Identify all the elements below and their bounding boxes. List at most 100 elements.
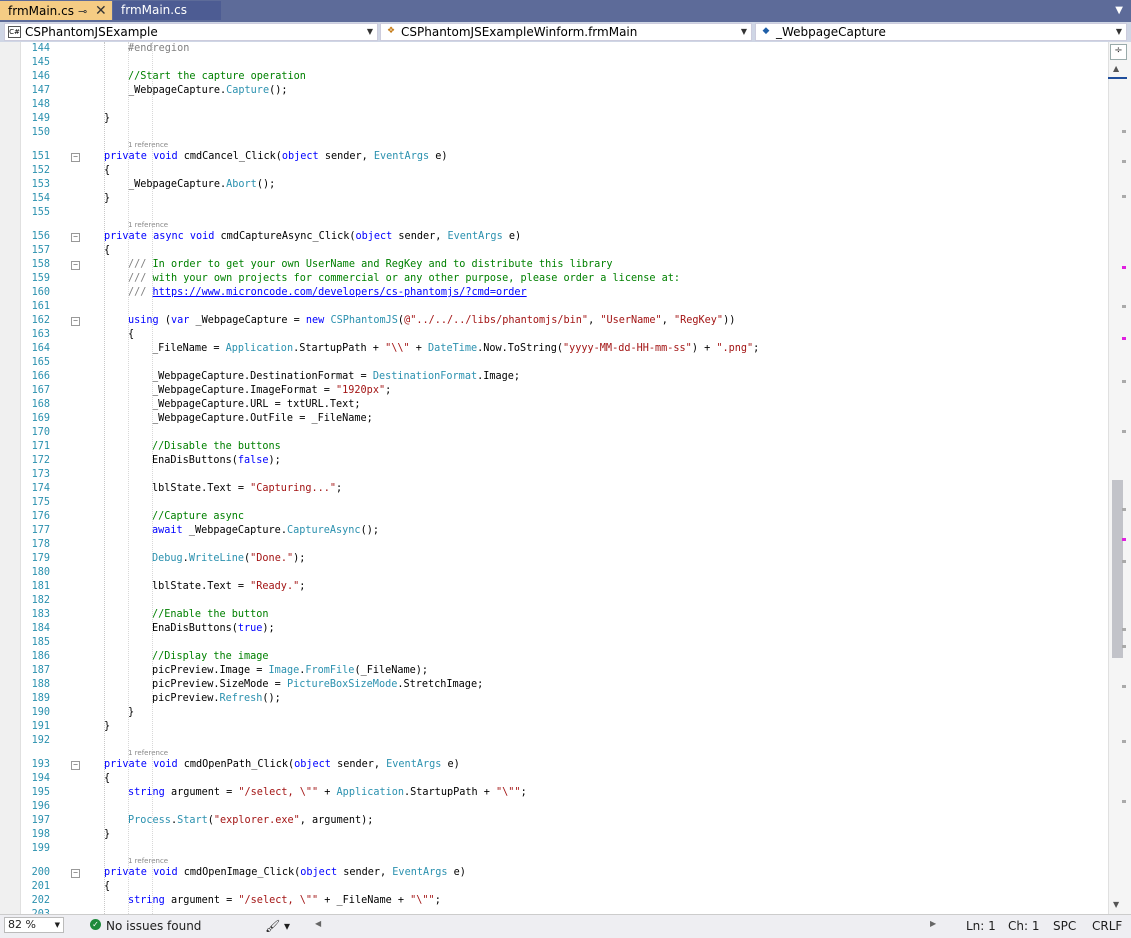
- code-line[interactable]: 200 − private void cmdOpenImage_Click(obje…: [0, 866, 1108, 880]
- code-line[interactable]: 156 − private async void cmdCaptureAsync_C…: [0, 230, 1108, 244]
- code-token: +: [318, 787, 337, 798]
- code-line[interactable]: 158 − /// In order to get your own UserNam…: [0, 258, 1108, 272]
- code-line[interactable]: 168 _WebpageCapture.URL = txtURL.Text;: [0, 398, 1108, 412]
- code-line[interactable]: 186 //Display the image: [0, 650, 1108, 664]
- collapse-icon[interactable]: −: [71, 153, 80, 162]
- collapse-icon[interactable]: −: [71, 761, 80, 770]
- code-line[interactable]: 150: [0, 126, 1108, 140]
- column-number-status[interactable]: Ch: 1: [1008, 918, 1039, 934]
- code-line[interactable]: 182: [0, 594, 1108, 608]
- code-line[interactable]: 195 string argument = "/select, \"" + App…: [0, 786, 1108, 800]
- collapse-icon[interactable]: −: [71, 233, 80, 242]
- code-line[interactable]: 201{: [0, 880, 1108, 894]
- code-lens-references[interactable]: 1 reference: [128, 856, 168, 866]
- code-lens-references[interactable]: 1 reference: [128, 748, 168, 758]
- collapse-icon[interactable]: −: [71, 869, 80, 878]
- code-line[interactable]: 166 _WebpageCapture.DestinationFormat = D…: [0, 370, 1108, 384]
- code-line[interactable]: 173: [0, 468, 1108, 482]
- code-lens-references[interactable]: 1 reference: [128, 220, 168, 230]
- code-line[interactable]: 189 picPreview.Refresh();: [0, 692, 1108, 706]
- code-line[interactable]: 146 //Start the capture operation: [0, 70, 1108, 84]
- code-line[interactable]: 177 await _WebpageCapture.CaptureAsync();: [0, 524, 1108, 538]
- scroll-left-icon[interactable]: ◀: [315, 919, 321, 928]
- code-token: DestinationFormat: [372, 371, 478, 382]
- code-line[interactable]: 198}: [0, 828, 1108, 842]
- code-line[interactable]: 149}: [0, 112, 1108, 126]
- code-editor[interactable]: 144 #endregion 145 146 //Start the capture o…: [0, 42, 1108, 914]
- code-line[interactable]: 174 lblState.Text = "Capturing...";: [0, 482, 1108, 496]
- code-line[interactable]: 197 Process.Start("explorer.exe", argumen…: [0, 814, 1108, 828]
- code-line[interactable]: 153 _WebpageCapture.Abort();: [0, 178, 1108, 192]
- code-line[interactable]: 151 − private void cmdCancel_Click(object …: [0, 150, 1108, 164]
- code-line[interactable]: 162 − using (var _WebpageCapture = new CSP…: [0, 314, 1108, 328]
- scrollbar-thumb[interactable]: [1112, 480, 1123, 658]
- code-line[interactable]: 196: [0, 800, 1108, 814]
- code-line[interactable]: 187 picPreview.Image = Image.FromFile(_Fi…: [0, 664, 1108, 678]
- code-line[interactable]: 157{: [0, 244, 1108, 258]
- code-line[interactable]: 164 _FileName = Application.StartupPath +…: [0, 342, 1108, 356]
- pin-icon[interactable]: ⊸: [78, 2, 87, 21]
- scroll-down-icon[interactable]: ▼: [1113, 900, 1119, 909]
- line-number: 176: [31, 511, 50, 522]
- project-dropdown[interactable]: C# CSPhantomJSExample ▼: [4, 23, 378, 41]
- code-token: //Disable the buttons: [152, 441, 281, 452]
- tab-frmmain-preview[interactable]: frmMain.cs: [113, 1, 221, 20]
- code-line[interactable]: 185: [0, 636, 1108, 650]
- code-text: _WebpageCapture.URL = txtURL.Text;: [152, 398, 361, 412]
- collapse-icon[interactable]: −: [71, 261, 80, 270]
- line-ending-status[interactable]: CRLF: [1092, 918, 1122, 934]
- collapse-icon[interactable]: −: [71, 317, 80, 326]
- code-line[interactable]: 169 _WebpageCapture.OutFile = _FileName;: [0, 412, 1108, 426]
- code-line[interactable]: 155: [0, 206, 1108, 220]
- code-line[interactable]: 193 − private void cmdOpenPath_Click(objec…: [0, 758, 1108, 772]
- code-line[interactable]: 144 #endregion: [0, 42, 1108, 56]
- code-line[interactable]: 148: [0, 98, 1108, 112]
- code-line[interactable]: 184 EnaDisButtons(true);: [0, 622, 1108, 636]
- issues-status[interactable]: No issues found: [106, 918, 201, 934]
- code-line[interactable]: 183 //Enable the button: [0, 608, 1108, 622]
- code-line[interactable]: 171 //Disable the buttons: [0, 440, 1108, 454]
- tab-overflow-icon[interactable]: ▼: [1115, 5, 1123, 16]
- code-lens-references[interactable]: 1 reference: [128, 140, 168, 150]
- code-line[interactable]: 161: [0, 300, 1108, 314]
- code-cleanup-icon[interactable]: 🖌 ▾: [265, 918, 290, 934]
- code-line[interactable]: 199: [0, 842, 1108, 856]
- code-token: "explorer.exe": [213, 815, 300, 826]
- code-line[interactable]: 172 EnaDisButtons(false);: [0, 454, 1108, 468]
- zoom-dropdown[interactable]: 82 % ▼: [4, 917, 64, 933]
- line-number: 178: [31, 539, 50, 550]
- code-line[interactable]: 192: [0, 734, 1108, 748]
- line-number: 181: [31, 581, 50, 592]
- code-line[interactable]: 202 string argument = "/select, \"" + _Fi…: [0, 894, 1108, 908]
- code-line[interactable]: 160 /// https://www.microncode.com/develo…: [0, 286, 1108, 300]
- scroll-up-icon[interactable]: ▲: [1113, 64, 1119, 73]
- vertical-scrollbar[interactable]: [1108, 42, 1131, 914]
- tab-frmmain-active[interactable]: frmMain.cs ⊸ ✕: [0, 1, 112, 20]
- whitespace-status[interactable]: SPC: [1053, 918, 1076, 934]
- code-line[interactable]: 159 /// with your own projects for commer…: [0, 272, 1108, 286]
- close-icon[interactable]: ✕: [95, 2, 107, 21]
- split-window-button[interactable]: ÷: [1110, 44, 1127, 60]
- code-line[interactable]: 170: [0, 426, 1108, 440]
- code-line[interactable]: 194{: [0, 772, 1108, 786]
- code-line[interactable]: 176 //Capture async: [0, 510, 1108, 524]
- code-line[interactable]: 191}: [0, 720, 1108, 734]
- code-line[interactable]: 180: [0, 566, 1108, 580]
- code-line[interactable]: 163{: [0, 328, 1108, 342]
- code-line[interactable]: 181 lblState.Text = "Ready.";: [0, 580, 1108, 594]
- code-line[interactable]: 165: [0, 356, 1108, 370]
- class-dropdown[interactable]: ❖ CSPhantomJSExampleWinform.frmMain ▼: [380, 23, 752, 41]
- member-dropdown[interactable]: ◆ _WebpageCapture ▼: [755, 23, 1127, 41]
- code-line[interactable]: 152{: [0, 164, 1108, 178]
- code-line[interactable]: 175: [0, 496, 1108, 510]
- line-number-status[interactable]: Ln: 1: [966, 918, 996, 934]
- code-line[interactable]: 188 picPreview.SizeMode = PictureBoxSizeM…: [0, 678, 1108, 692]
- scroll-right-icon[interactable]: ▶: [930, 919, 936, 928]
- code-line[interactable]: 179 Debug.WriteLine("Done.");: [0, 552, 1108, 566]
- code-line[interactable]: 167 _WebpageCapture.ImageFormat = "1920px…: [0, 384, 1108, 398]
- code-line[interactable]: 190}: [0, 706, 1108, 720]
- code-line[interactable]: 154}: [0, 192, 1108, 206]
- code-line[interactable]: 147 _WebpageCapture.Capture();: [0, 84, 1108, 98]
- code-line[interactable]: 178: [0, 538, 1108, 552]
- code-line[interactable]: 145: [0, 56, 1108, 70]
